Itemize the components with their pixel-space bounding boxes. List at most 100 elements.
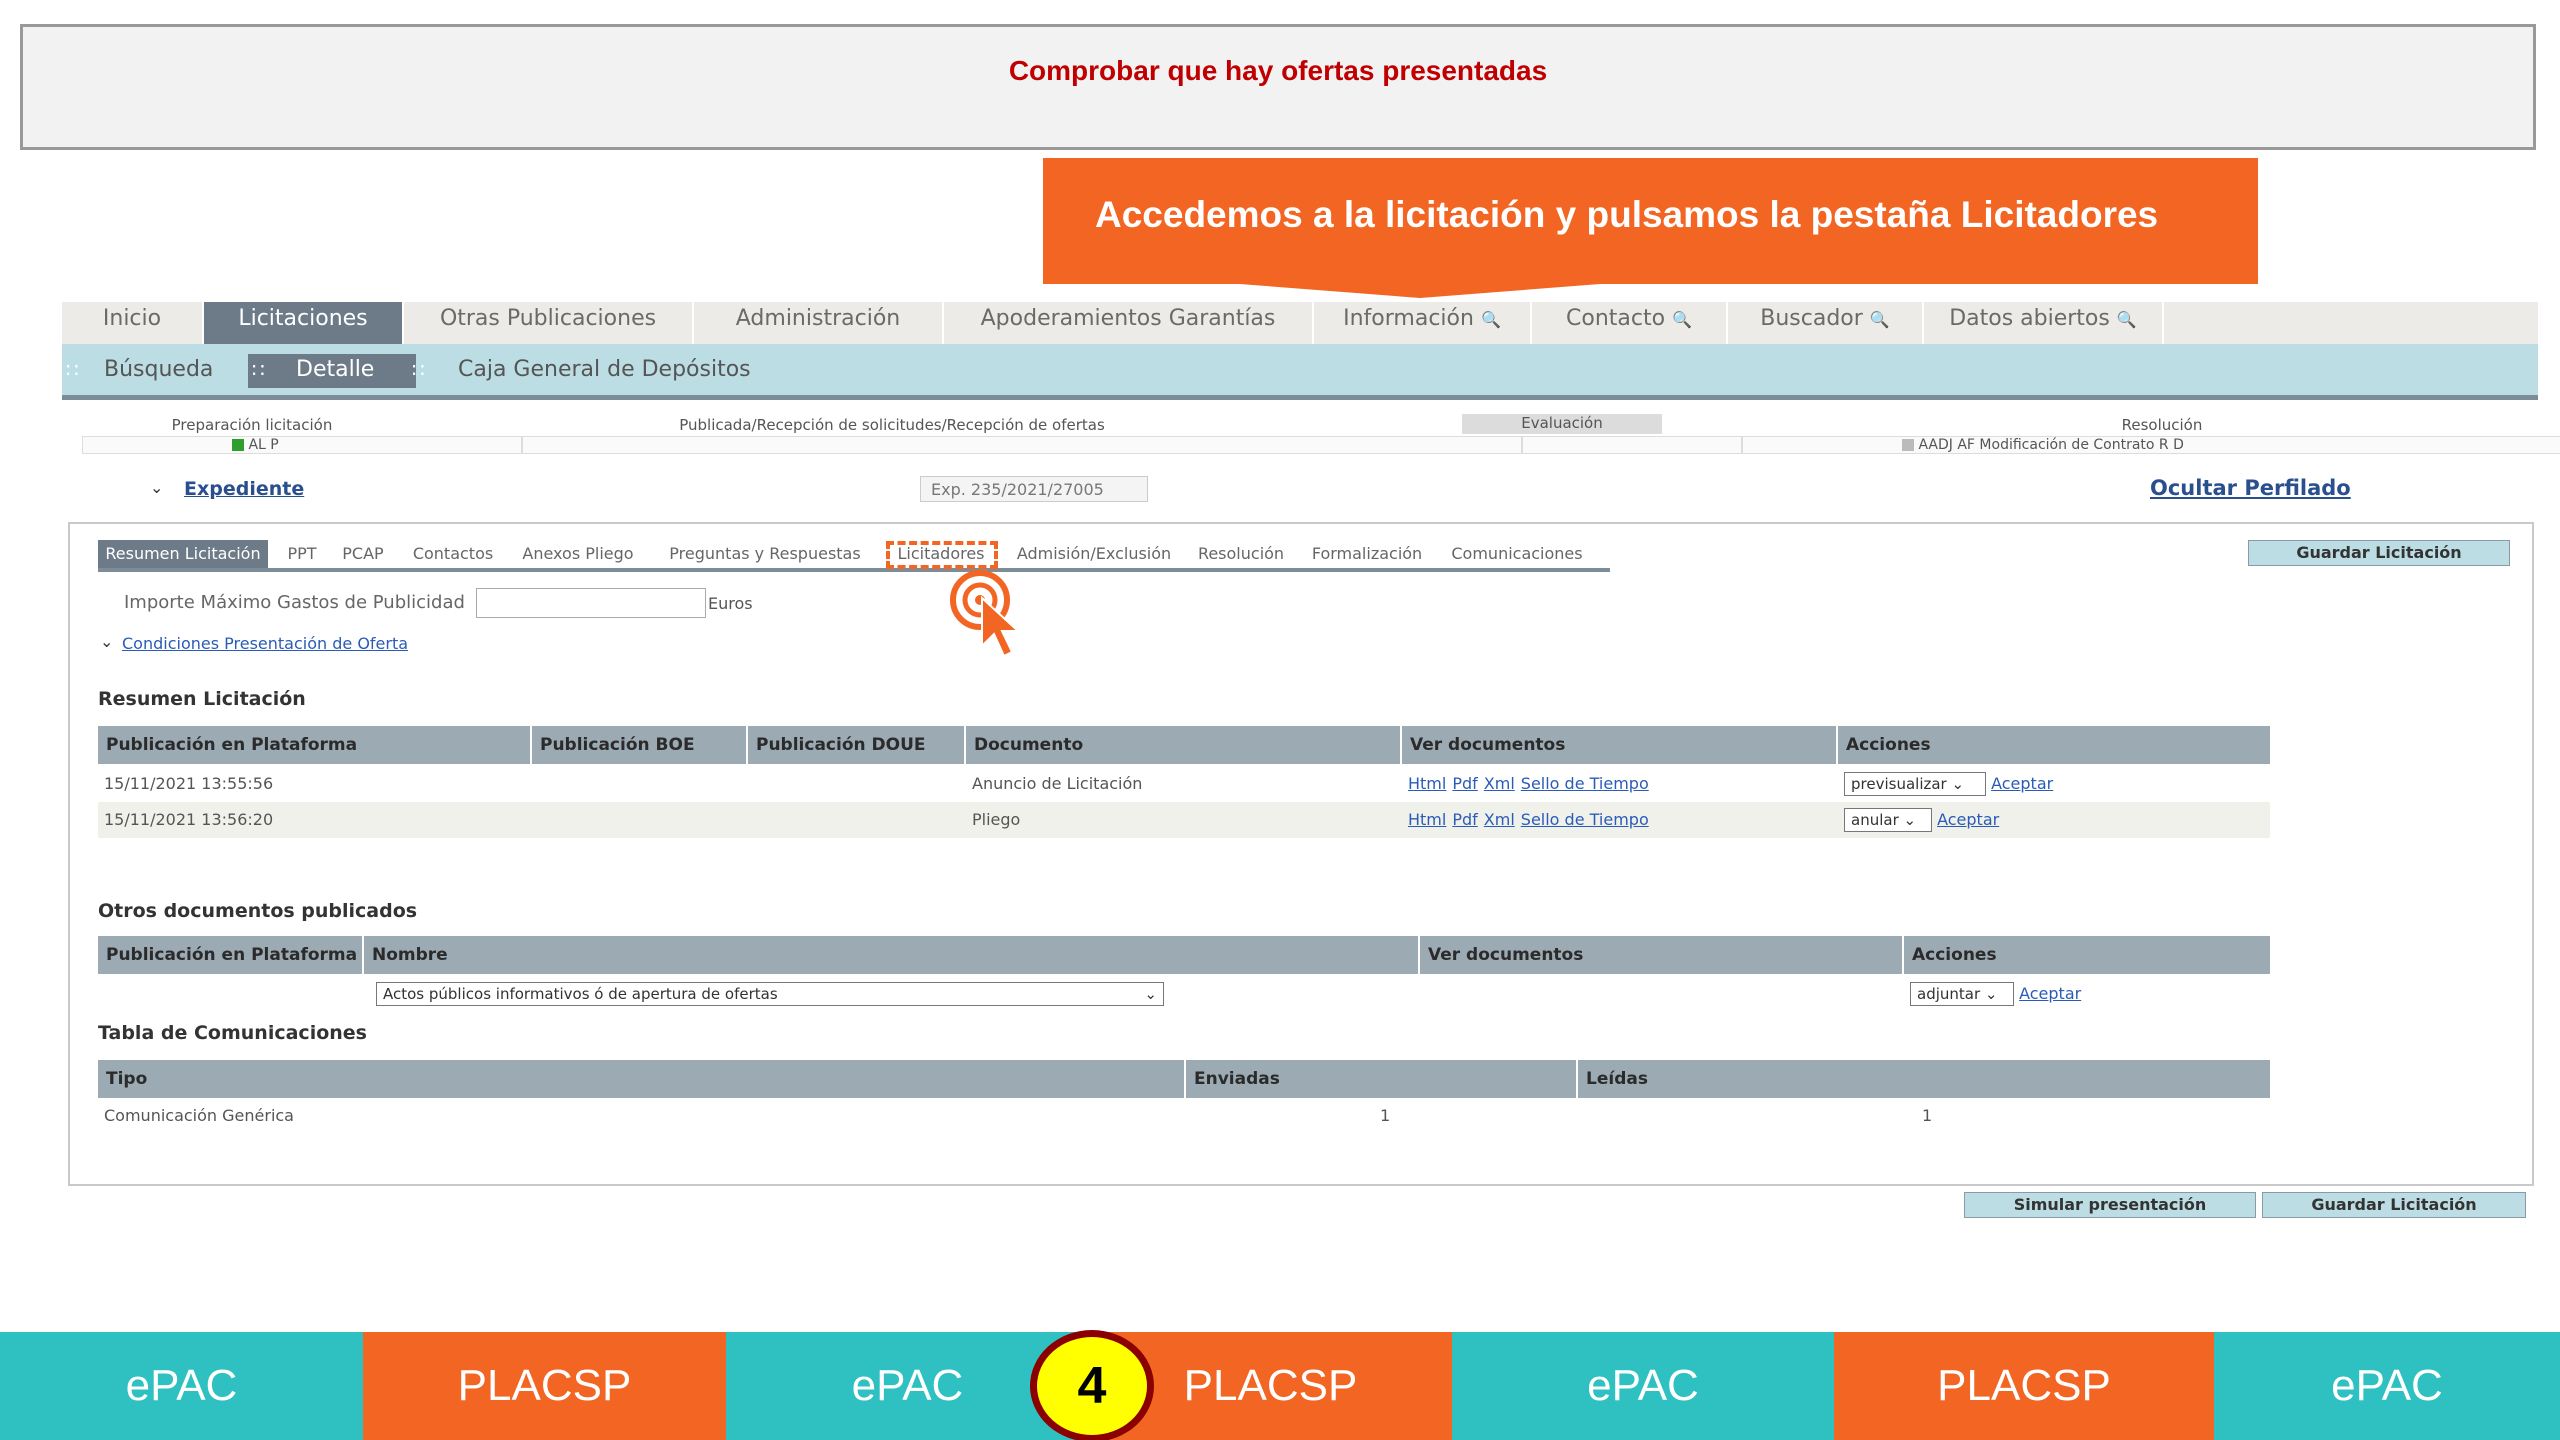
cell-acciones: adjuntar ⌄ Aceptar (1904, 976, 2087, 1012)
sello-tiempo-link[interactable]: Sello de Tiempo (1521, 774, 1649, 793)
importe-input[interactable] (476, 588, 706, 618)
tab-admision-exclusion[interactable]: Admisión/Exclusión (1010, 540, 1178, 568)
nav-administracion[interactable]: Administración (694, 302, 944, 344)
chevron-down-icon: ⌄ (1951, 775, 1965, 793)
main-nav: Inicio Licitaciones Otras Publicaciones … (62, 302, 2538, 344)
aceptar-link[interactable]: Aceptar (2019, 984, 2081, 1003)
cell-ver-documentos: Html Pdf Xml Sello de Tiempo (1402, 766, 1655, 802)
flow-step-placsp: PLACSP (363, 1332, 726, 1440)
tab-formalizacion[interactable]: Formalización (1306, 540, 1428, 568)
col-header: Publicación BOE (532, 726, 748, 764)
xml-link[interactable]: Xml (1484, 810, 1515, 829)
col-header: Ver documentos (1420, 936, 1904, 974)
aceptar-link[interactable]: Aceptar (1937, 810, 1999, 829)
nav-buscador[interactable]: Buscador 🔍 (1728, 302, 1924, 344)
nav-datos-abiertos[interactable]: Datos abiertos 🔍 (1924, 302, 2164, 344)
flow-step-epac: ePAC (0, 1332, 363, 1440)
tab-pcap[interactable]: PCAP (338, 540, 388, 568)
phase-track-evaluacion (1522, 436, 1742, 454)
table-row: Actos públicos informativos ó de apertur… (98, 976, 2270, 1012)
col-header: Nombre (364, 936, 1420, 974)
col-header: Leídas (1586, 1069, 1648, 1089)
accion-select[interactable]: anular ⌄ (1844, 808, 1932, 832)
guardar-licitacion-button-bottom[interactable]: Guardar Licitación (2262, 1192, 2526, 1218)
chevron-down-icon: ⌄ (100, 632, 114, 651)
nav-contacto[interactable]: Contacto 🔍 (1532, 302, 1728, 344)
cell-fecha: 15/11/2021 13:55:56 (104, 774, 274, 793)
chevron-down-icon: ⌄ (1903, 811, 1917, 829)
status-square-icon (1902, 439, 1914, 451)
subnav-caja-depositos[interactable]: Caja General de Depósitos (458, 354, 751, 388)
pdf-link[interactable]: Pdf (1452, 810, 1477, 829)
nav-licitaciones[interactable]: Licitaciones (204, 302, 404, 344)
phase-progress: Preparación licitación Publicada/Recepci… (62, 414, 2560, 458)
pdf-link[interactable]: Pdf (1452, 774, 1477, 793)
chevron-down-icon: ⌄ (150, 478, 164, 497)
phase-evaluacion: Evaluación (1462, 414, 1662, 434)
dots-icon: ∷ (66, 358, 79, 382)
aceptar-link[interactable]: Aceptar (1991, 774, 2053, 793)
col-header: Ver documentos (1402, 726, 1838, 764)
tab-resolucion[interactable]: Resolución (1194, 540, 1288, 568)
cell-documento: Pliego (972, 810, 1021, 829)
tab-ppt[interactable]: PPT (282, 540, 322, 568)
cell-tipo: Comunicación Genérica (104, 1106, 294, 1125)
nav-inicio[interactable]: Inicio (62, 302, 204, 344)
table-row: 15/11/2021 13:55:56 Anuncio de Licitació… (98, 766, 2270, 802)
cell-ver-documentos: Html Pdf Xml Sello de Tiempo (1402, 802, 1655, 838)
nav-apoderamientos[interactable]: Apoderamientos Garantías (944, 302, 1314, 344)
chevron-down-icon: ⌄ (1144, 985, 1157, 1003)
nombre-select[interactable]: Actos públicos informativos ó de apertur… (376, 982, 1164, 1006)
phase-preparacion-codes: AL P (232, 437, 279, 453)
col-header: Publicación en Plataforma (98, 936, 364, 974)
subnav-detalle[interactable]: Detalle (248, 354, 417, 388)
condiciones-presentacion-link[interactable]: Condiciones Presentación de Oferta (122, 634, 408, 653)
cell-acciones: anular ⌄ Aceptar (1838, 802, 2005, 838)
slide-title-box: Comprobar que hay ofertas presentadas (20, 24, 2536, 150)
tab-preguntas-respuestas[interactable]: Preguntas y Respuestas (658, 540, 872, 568)
process-flow-footer: ePAC PLACSP ePAC PLACSP ePAC PLACSP ePAC (0, 1332, 2560, 1440)
magnifier-icon: 🔍 (2116, 310, 2137, 329)
dots-icon: ∷ (412, 358, 425, 382)
phase-track-preparacion (82, 436, 522, 454)
licitadores-highlight (886, 541, 998, 569)
nav-informacion[interactable]: Información 🔍 (1314, 302, 1532, 344)
nav-contacto-label: Contacto (1566, 306, 1666, 331)
nav-otras-publicaciones[interactable]: Otras Publicaciones (404, 302, 694, 344)
magnifier-icon: 🔍 (1480, 310, 1501, 329)
nav-informacion-label: Información (1343, 306, 1474, 331)
expediente-link[interactable]: Expediente (184, 478, 304, 500)
dots-icon: ∷ (252, 358, 265, 382)
html-link[interactable]: Html (1408, 774, 1446, 793)
cursor-arrow-icon (981, 596, 1021, 658)
col-header: Acciones (1912, 945, 1997, 965)
guardar-licitacion-button-top[interactable]: Guardar Licitación (2248, 540, 2510, 566)
slide-title: Comprobar que hay ofertas presentadas (1008, 55, 1548, 86)
comunicaciones-title: Tabla de Comunicaciones (98, 1022, 367, 1044)
magnifier-icon: 🔍 (1869, 310, 1890, 329)
subnav-busqueda[interactable]: Búsqueda (104, 354, 213, 388)
html-link[interactable]: Html (1408, 810, 1446, 829)
cell-fecha: 15/11/2021 13:56:20 (104, 810, 274, 829)
status-square-icon (232, 439, 244, 451)
sello-tiempo-link[interactable]: Sello de Tiempo (1521, 810, 1649, 829)
resumen-title: Resumen Licitación (98, 688, 306, 710)
otros-title: Otros documentos publicados (98, 900, 418, 922)
cell-acciones: previsualizar ⌄ Aceptar (1838, 766, 2059, 802)
tab-contactos[interactable]: Contactos (408, 540, 498, 568)
nav-datos-abiertos-label: Datos abiertos (1949, 306, 2110, 331)
xml-link[interactable]: Xml (1484, 774, 1515, 793)
expediente-number: Exp. 235/2021/27005 (920, 476, 1148, 502)
nav-buscador-label: Buscador (1760, 306, 1863, 331)
ocultar-perfilado-link[interactable]: Ocultar Perfilado (2150, 476, 2351, 500)
simular-presentacion-button[interactable]: Simular presentación (1964, 1192, 2256, 1218)
accion-select[interactable]: previsualizar ⌄ (1844, 772, 1986, 796)
magnifier-icon: 🔍 (1672, 310, 1692, 329)
phase-resolucion-codes: AADJ AF Modificación de Contrato R D (1902, 437, 2184, 453)
instruction-callout: Accedemos a la licitación y pulsamos la … (1043, 158, 2258, 284)
tab-comunicaciones[interactable]: Comunicaciones (1444, 540, 1590, 568)
tab-anexos-pliego[interactable]: Anexos Pliego (516, 540, 640, 568)
adjuntar-select[interactable]: adjuntar ⌄ (1910, 982, 2014, 1006)
cell-enviadas: 1 (1380, 1106, 1391, 1125)
tab-resumen-licitacion[interactable]: Resumen Licitación (98, 540, 268, 568)
